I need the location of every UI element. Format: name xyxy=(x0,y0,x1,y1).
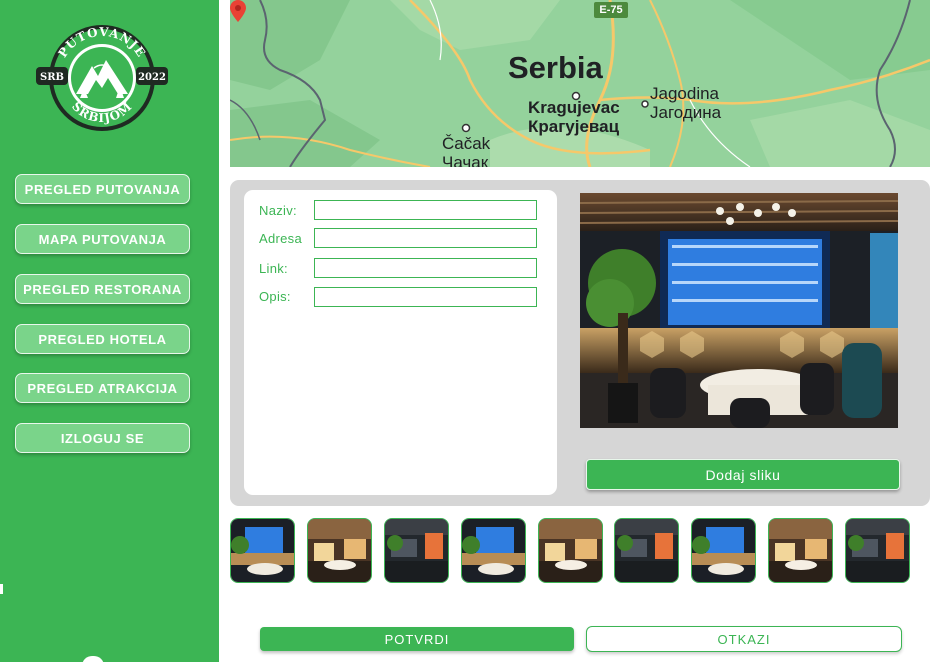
gallery-thumbnail[interactable] xyxy=(614,518,679,583)
map-view[interactable]: E-75 Serbia Kragujevac Крагујевац Jagodi… xyxy=(230,0,930,167)
map-city-cacak: Čačak Чачак xyxy=(442,134,490,167)
decorative-shape xyxy=(82,656,104,662)
logout-button[interactable]: IZLOGUJ SE xyxy=(15,423,190,453)
map-country-label: Serbia xyxy=(508,50,603,85)
decorative-mark xyxy=(0,584,3,594)
sidebar-item-pregled-atrakcija[interactable]: PREGLED ATRAKCIJA xyxy=(15,373,190,403)
logo-badge-left: SRB xyxy=(40,72,64,83)
opis-input[interactable] xyxy=(314,287,537,307)
gallery-thumbnail[interactable] xyxy=(691,518,756,583)
confirm-button[interactable]: POTVRDI xyxy=(260,627,574,651)
map-city-jagodina: Jagodina Јагодина xyxy=(650,84,721,122)
gallery-thumbnail[interactable] xyxy=(538,518,603,583)
sidebar-item-mapa-putovanja[interactable]: MAPA PUTOVANJA xyxy=(15,224,190,254)
gallery-thumbnail[interactable] xyxy=(768,518,833,583)
map-city-label-cyrillic: Чачак xyxy=(442,153,489,167)
map-city-label-cyrillic: Јагодина xyxy=(650,103,722,122)
map-city-label: Jagodina xyxy=(650,84,720,103)
link-input[interactable] xyxy=(314,258,537,278)
map-city-label: Čačak xyxy=(442,134,491,153)
naziv-label: Naziv: xyxy=(259,203,297,218)
gallery-thumbnail[interactable] xyxy=(461,518,526,583)
gallery-thumbnail[interactable] xyxy=(845,518,910,583)
add-photo-button[interactable]: Dodaj sliku xyxy=(586,459,900,490)
naziv-input[interactable] xyxy=(314,200,537,220)
link-label: Link: xyxy=(259,261,288,276)
gallery-thumbnail[interactable] xyxy=(230,518,295,583)
sidebar-item-pregled-restorana[interactable]: PREGLED RESTORANA xyxy=(15,274,190,304)
adresa-input[interactable] xyxy=(314,228,537,248)
putovanje-srbijom-logo: SRB 2022 PUTOVANJE SRBIJOM xyxy=(36,25,168,131)
opis-label: Opis: xyxy=(259,289,291,304)
map-city-kragujevac: Kragujevac Крагујевац xyxy=(528,98,620,136)
sidebar: SRB 2022 PUTOVANJE SRBIJOM PREGLED PUTOV… xyxy=(0,0,219,662)
road-badge: E-75 xyxy=(594,2,628,18)
map-city-label: Kragujevac xyxy=(528,98,620,117)
map-city-label-cyrillic: Крагујевац xyxy=(528,117,620,136)
gallery-thumbnail[interactable] xyxy=(384,518,449,583)
sidebar-item-pregled-putovanja[interactable]: PREGLED PUTOVANJA xyxy=(15,174,190,204)
gallery-thumbnail[interactable] xyxy=(307,518,372,583)
adresa-label: Adresa xyxy=(259,231,302,246)
cancel-button[interactable]: OTKAZI xyxy=(586,626,902,652)
restaurant-photo xyxy=(580,193,898,428)
map-pin-icon[interactable] xyxy=(230,0,246,22)
sidebar-item-pregled-hotela[interactable]: PREGLED HOTELA xyxy=(15,324,190,354)
logo-badge-right: 2022 xyxy=(138,72,166,83)
